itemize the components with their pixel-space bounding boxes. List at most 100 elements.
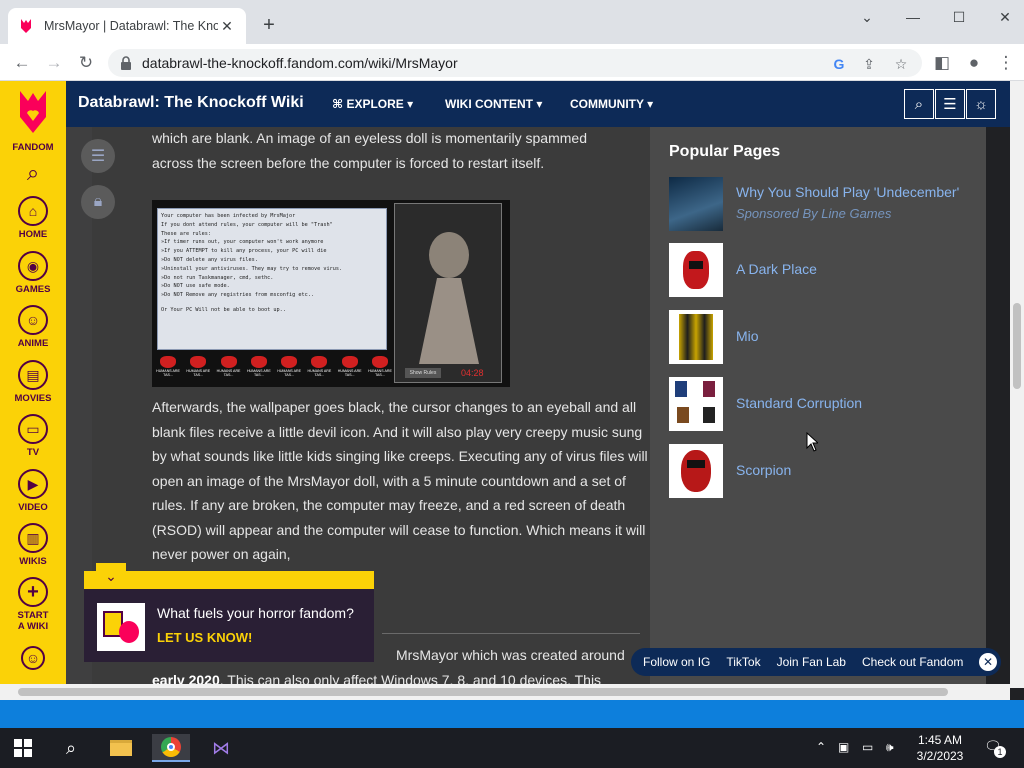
article-text-line: across the screen before the computer is…	[152, 154, 545, 171]
rail-item-anime[interactable]: ☺ ANIME	[0, 305, 66, 349]
popular-page-item[interactable]: A Dark Place	[669, 243, 969, 297]
popular-page-thumbnail	[669, 310, 723, 364]
nav-community[interactable]: COMMUNITY ▾	[570, 97, 653, 111]
profile-avatar-icon[interactable]: ●	[962, 51, 986, 75]
taskbar-clock[interactable]: 1:45 AM 3/2/2023	[912, 732, 968, 764]
popular-page-link[interactable]: Mio	[736, 328, 759, 344]
popular-page-link[interactable]: Why You Should Play 'Undecember'	[736, 184, 959, 200]
new-tab-button[interactable]: +	[258, 15, 280, 37]
article-paragraph-1: which are blank. An image of an eyeless …	[152, 127, 650, 175]
film-icon: ▤	[18, 360, 48, 390]
network-icon[interactable]: ▭	[862, 740, 873, 754]
tab-title: MrsMayor | Databrawl: The Knockoff Wiki	[44, 19, 218, 33]
vertical-scroll-thumb[interactable]	[1013, 303, 1021, 389]
address-bar[interactable]: databrawl-the-knockoff.fandom.com/wiki/M…	[108, 49, 922, 77]
minimize-button[interactable]: —	[890, 6, 936, 28]
rail-item-video[interactable]: ▶ VIDEO	[0, 469, 66, 513]
file-explorer-icon[interactable]	[102, 734, 140, 762]
popular-page-link[interactable]: A Dark Place	[736, 261, 817, 277]
join-fan-lab-link[interactable]: Join Fan Lab	[777, 655, 846, 669]
close-window-button[interactable]: ✕	[982, 6, 1024, 28]
tv-icon: ▭	[18, 414, 48, 444]
fandom-logo[interactable]: FANDOM	[0, 89, 66, 153]
rail-item-home[interactable]: ⌂ HOME	[0, 196, 66, 240]
rail-item-movies[interactable]: ▤ MOVIES	[0, 360, 66, 404]
compass-icon: ⌘	[332, 97, 347, 111]
browser-tab-active[interactable]: MrsMayor | Databrawl: The Knockoff Wiki …	[8, 8, 246, 44]
devil-file-icon: HUMANS ARE TAS...	[156, 356, 180, 384]
tab-close-icon[interactable]: ✕	[218, 17, 236, 35]
sign-in-to-edit-button[interactable]: 🔒︎	[81, 185, 115, 219]
vertical-scrollbar[interactable]	[1010, 81, 1024, 688]
dialog-line: »If you ATTEMPT to kill any process, you…	[161, 248, 327, 255]
dialog-line: »Uninstall your antiviruses. They may tr…	[161, 265, 343, 272]
devil-file-icon: HUMANS ARE TAS...	[186, 356, 210, 384]
taskbar-search-icon[interactable]: ⌕	[52, 734, 90, 762]
horror-illustration-icon	[97, 603, 145, 651]
rail-search[interactable]: ⌕	[0, 161, 66, 185]
rail-item-wikis[interactable]: ▥ WIKIS	[0, 523, 66, 567]
more-menu-icon[interactable]: ⋮	[994, 51, 1018, 75]
anime-icon: ☺	[18, 305, 48, 335]
fandom-feedback-card[interactable]: ⌄ What fuels your horror fandom? LET US …	[84, 563, 374, 662]
rail-user-account[interactable]: ☺	[0, 646, 66, 670]
popular-page-link[interactable]: Standard Corruption	[736, 395, 862, 411]
horizontal-scrollbar[interactable]	[0, 684, 1010, 700]
tray-overflow-icon[interactable]: ⌃	[816, 740, 826, 754]
rail-label-tv: TV	[26, 447, 40, 458]
desktop-wallpaper	[0, 700, 1024, 728]
side-panel-icon[interactable]: ◧	[930, 51, 954, 75]
discussions-icon: ☰	[943, 96, 957, 113]
rail-item-start-a-wiki[interactable]: + START A WIKI	[0, 577, 66, 632]
discussions-button[interactable]: ☰	[935, 89, 965, 119]
let-us-know-link[interactable]: LET US KNOW!	[157, 630, 252, 645]
rail-item-tv[interactable]: ▭ TV	[0, 414, 66, 458]
popular-page-item[interactable]: Mio	[669, 310, 969, 364]
home-icon: ⌂	[18, 196, 48, 226]
tiktok-link[interactable]: TikTok	[726, 655, 760, 669]
table-of-contents-button[interactable]: ☰	[81, 139, 115, 173]
share-icon[interactable]: ⇪	[860, 55, 878, 73]
nav-explore[interactable]: ⌘ EXPLORE ▾	[332, 97, 413, 111]
article-paragraph-2: Afterwards, the wallpaper goes black, th…	[152, 399, 648, 562]
google-translate-icon[interactable]: G	[830, 55, 848, 73]
volume-icon[interactable]: 🕪︎	[886, 740, 894, 755]
dialog-line: »Do NOT delete any virus files.	[161, 256, 258, 263]
lock-icon	[121, 56, 131, 70]
chrome-taskbar-icon[interactable]	[152, 734, 190, 762]
wiki-search-button[interactable]: ⌕	[904, 89, 934, 119]
popular-page-item[interactable]: Why You Should Play 'Undecember' Sponsor…	[669, 177, 969, 231]
article-figure[interactable]: Your computer has been infected by MrsMa…	[152, 200, 510, 387]
gamepad-icon: ◉	[18, 251, 48, 281]
dialog-line: If you dont attend rules, your computer …	[161, 221, 333, 228]
nav-wiki-content[interactable]: WIKI CONTENT ▾	[445, 97, 542, 111]
forward-button[interactable]: →	[42, 51, 66, 75]
back-button[interactable]: ←	[10, 51, 34, 75]
close-social-bar-icon[interactable]: ✕	[979, 653, 997, 671]
popular-page-item[interactable]: Standard Corruption	[669, 377, 969, 431]
start-button[interactable]	[4, 734, 42, 762]
check-out-fandom-link[interactable]: Check out Fandom	[862, 655, 963, 669]
fandom-global-nav: FANDOM ⌕ ⌂ HOME ◉ GAMES ☺ ANIME ▤ MOVIES…	[0, 81, 66, 688]
virus-rules-dialog: Your computer has been infected by MrsMa…	[157, 208, 387, 350]
devil-file-icon: HUMANS ARE TAS...	[338, 356, 362, 384]
rail-item-games[interactable]: ◉ GAMES	[0, 251, 66, 295]
notifications-button[interactable]: 🗨︎ 1	[984, 738, 1006, 758]
nav-explore-label: EXPLORE	[346, 97, 404, 111]
popular-page-item[interactable]: Scorpion	[669, 444, 969, 498]
tray-security-icon[interactable]: ▣	[838, 740, 849, 754]
popular-page-link[interactable]: Scorpion	[736, 462, 791, 478]
horizontal-scroll-thumb[interactable]	[18, 688, 948, 696]
dialog-line: These are rules:	[161, 230, 211, 237]
promo-body: What fuels your horror fandom? LET US KN…	[84, 589, 374, 662]
bookmark-star-icon[interactable]: ☆	[892, 55, 910, 73]
follow-ig-link[interactable]: Follow on IG	[643, 655, 710, 669]
reload-button[interactable]: ↻	[74, 51, 98, 75]
countdown-timer: 04:28	[461, 368, 484, 378]
doll-head	[429, 232, 469, 278]
wiki-name-link[interactable]: Databrawl: The Knockoff Wiki	[78, 94, 304, 112]
visual-studio-icon[interactable]: ⋈	[202, 734, 240, 762]
maximize-button[interactable]: ☐	[936, 6, 982, 28]
theme-toggle-button[interactable]: ☼	[966, 89, 996, 119]
tab-search-chevron-icon[interactable]: ⌄	[844, 6, 890, 28]
